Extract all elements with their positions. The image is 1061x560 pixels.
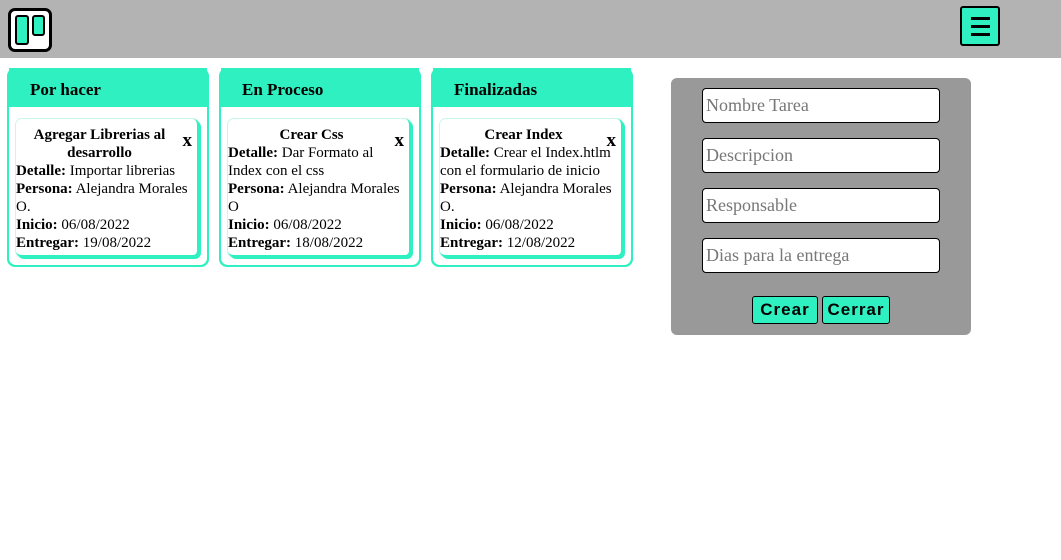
task-person: Persona: Alejandra Morales O (228, 180, 405, 216)
menu-line (971, 33, 990, 36)
logo-bar-right (32, 15, 45, 36)
task-detail: Detalle: Importar librerias (16, 162, 193, 180)
task-title: Crear Css (279, 127, 344, 143)
task-detail: Detalle: Dar Formato al Index con el css (228, 144, 405, 180)
due-value: 12/08/2022 (506, 235, 576, 251)
new-task-form: Crear Cerrar (671, 78, 971, 335)
start-label: Inicio: (16, 217, 58, 233)
task-person: Persona: Alejandra Morales O. (440, 180, 617, 216)
person-label: Persona: (440, 181, 497, 197)
detail-value: Importar librerias (69, 163, 176, 179)
due-label: Entregar: (228, 235, 292, 251)
column-title: En Proceso (221, 68, 419, 110)
close-icon[interactable]: x (395, 131, 405, 150)
task-card[interactable]: x Crear Css Detalle: Dar Formato al Inde… (228, 119, 411, 257)
person-label: Persona: (228, 181, 285, 197)
start-value: 06/08/2022 (273, 217, 342, 233)
column-title: Finalizadas (433, 68, 631, 110)
task-title: Agregar Librerias al desarrollo (33, 127, 166, 161)
task-start: Inicio: 06/08/2022 (16, 216, 193, 234)
column-body: x Agregar Librerias al desarrollo Detall… (9, 110, 207, 265)
task-start: Inicio: 06/08/2022 (440, 216, 617, 234)
menu-line (971, 17, 990, 20)
detail-label: Detalle: (440, 145, 490, 161)
close-icon[interactable]: x (607, 131, 617, 150)
start-value: 06/08/2022 (61, 217, 130, 233)
task-title: Crear Index (484, 127, 563, 143)
task-name-input[interactable] (702, 88, 940, 123)
column-body: x Crear Index Detalle: Crear el Index.ht… (433, 110, 631, 265)
task-due: Entregar: 18/08/2022 (228, 234, 405, 252)
task-card[interactable]: x Crear Index Detalle: Crear el Index.ht… (440, 119, 623, 257)
due-label: Entregar: (440, 235, 504, 251)
close-icon[interactable]: x (183, 131, 193, 150)
task-due: Entregar: 12/08/2022 (440, 234, 617, 252)
logo-bar-left (15, 15, 29, 45)
column-body: x Crear Css Detalle: Dar Formato al Inde… (221, 110, 419, 265)
person-label: Persona: (16, 181, 73, 197)
create-button[interactable]: Crear (752, 296, 818, 324)
due-label: Entregar: (16, 235, 80, 251)
close-button[interactable]: Cerrar (822, 296, 890, 324)
task-start: Inicio: 06/08/2022 (228, 216, 405, 234)
task-card[interactable]: x Agregar Librerias al desarrollo Detall… (16, 119, 199, 257)
due-value: 19/08/2022 (82, 235, 152, 251)
start-label: Inicio: (440, 217, 482, 233)
task-person: Persona: Alejandra Morales O. (16, 180, 193, 216)
start-value: 06/08/2022 (485, 217, 554, 233)
column-por-hacer: Por hacer x Agregar Librerias al desarro… (7, 68, 209, 267)
due-value: 18/08/2022 (294, 235, 364, 251)
menu-line (971, 25, 990, 28)
responsible-input[interactable] (702, 188, 940, 223)
task-detail: Detalle: Crear el Index.htlm con el form… (440, 144, 617, 180)
task-due: Entregar: 19/08/2022 (16, 234, 193, 252)
detail-label: Detalle: (228, 145, 278, 161)
column-title: Por hacer (9, 68, 207, 110)
top-header (0, 0, 1061, 58)
hamburger-menu-icon[interactable] (960, 6, 1000, 46)
days-input[interactable] (702, 238, 940, 273)
column-en-proceso: En Proceso x Crear Css Detalle: Dar Form… (219, 68, 421, 267)
column-finalizadas: Finalizadas x Crear Index Detalle: Crear… (431, 68, 633, 267)
detail-label: Detalle: (16, 163, 66, 179)
description-input[interactable] (702, 138, 940, 173)
trello-board-icon[interactable] (8, 8, 52, 52)
start-label: Inicio: (228, 217, 270, 233)
